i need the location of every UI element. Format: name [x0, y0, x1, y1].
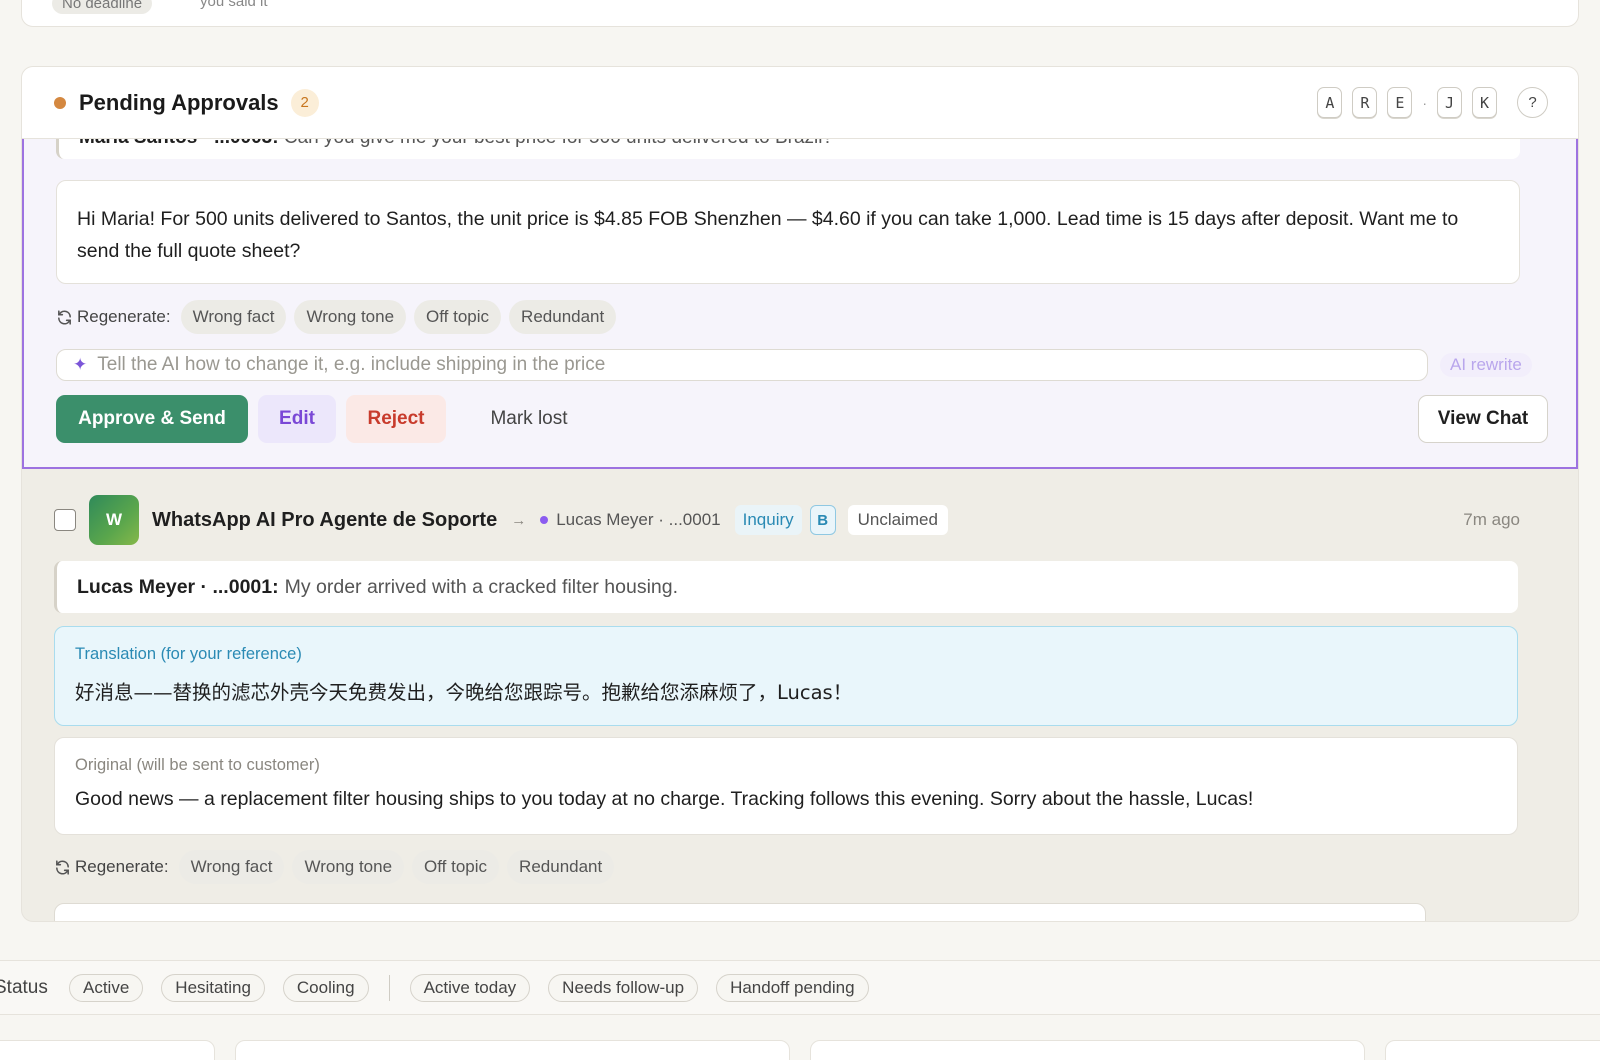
shortcut-approve[interactable]: A — [1317, 87, 1343, 118]
view-chat-button[interactable]: View Chat — [1418, 395, 1548, 443]
regen-off-topic[interactable]: Off topic — [412, 850, 500, 884]
original-label: Original (will be sent to customer) — [75, 756, 320, 774]
customer-message: Lucas Meyer · ...0001: My order arrived … — [54, 561, 1518, 613]
pending-count-badge: 2 — [290, 88, 319, 117]
agent-avatar: W — [89, 495, 139, 545]
regen-off-topic[interactable]: Off topic — [414, 300, 502, 334]
sparkle-icon: ✦ — [73, 355, 88, 374]
select-checkbox[interactable] — [54, 509, 76, 531]
filter-cooling[interactable]: Cooling — [282, 973, 369, 1002]
regen-redundant[interactable]: Redundant — [509, 300, 617, 334]
regen-wrong-tone[interactable]: Wrong tone — [294, 300, 407, 334]
action-row: Approve & Send Edit Reject Mark lost — [56, 395, 602, 443]
regen-wrong-fact[interactable]: Wrong fact — [180, 300, 287, 334]
ai-instruction-input[interactable] — [97, 354, 1398, 376]
customer-card[interactable] — [0, 1040, 215, 1060]
status-dot-icon — [54, 96, 66, 109]
status-label: Status — [0, 976, 48, 998]
translation-text: 好消息——替换的滤芯外壳今天免费发出，今晚给您跟踪号。抱歉给您添麻烦了，Luca… — [75, 681, 853, 704]
unclaimed-tag[interactable]: Unclaimed — [847, 505, 948, 535]
approve-send-button[interactable]: Approve & Send — [56, 395, 248, 443]
regen-redundant[interactable]: Redundant — [507, 850, 615, 884]
inquiry-tag: Inquiry — [734, 505, 802, 535]
customer-card[interactable] — [1385, 1040, 1600, 1060]
filter-needs-follow-up[interactable]: Needs follow-up — [548, 973, 699, 1002]
filter-active-today[interactable]: Active today — [409, 973, 531, 1002]
help-button[interactable]: ? — [1517, 87, 1548, 118]
edit-button[interactable]: Edit — [258, 395, 336, 443]
original-text: Good news — a replacement filter housing… — [75, 788, 1254, 810]
refresh-icon — [58, 309, 71, 325]
shortcut-next[interactable]: J — [1437, 87, 1462, 118]
regenerate-label: Regenerate: — [54, 857, 169, 877]
translation-box: Translation (for your reference) 好消息——替换… — [54, 626, 1518, 726]
shortcut-separator: · — [1422, 94, 1427, 111]
agent-name: WhatsApp AI Pro Agente de Soporte — [152, 508, 498, 531]
draft-reply[interactable]: Hi Maria! For 500 units delivered to San… — [56, 180, 1520, 284]
translation-label: Translation (for your reference) — [75, 645, 302, 663]
regen-wrong-tone[interactable]: Wrong tone — [292, 850, 405, 884]
filter-handoff-pending[interactable]: Handoff pending — [716, 973, 869, 1002]
panel-title: Pending Approvals — [79, 89, 279, 115]
filter-active[interactable]: Active — [69, 973, 144, 1002]
filter-hesitating[interactable]: Hesitating — [161, 973, 265, 1002]
regenerate-row: Regenerate: Wrong fact Wrong tone Off to… — [56, 300, 617, 334]
shortcut-reject[interactable]: R — [1352, 87, 1378, 118]
deadline-chip: No deadline — [52, 0, 153, 14]
previous-card: No deadline you said it — [21, 0, 1579, 27]
approval-item-selected: Maria Santos · ...0003: Can you give me … — [22, 113, 1578, 469]
divider — [388, 974, 390, 1001]
pending-approvals-panel: Pending Approvals 2 A R E · J K ? Maria … — [21, 66, 1579, 922]
regen-wrong-fact[interactable]: Wrong fact — [178, 850, 285, 884]
arrow-right-icon: → — [511, 511, 527, 529]
customer-name: Lucas Meyer · ...0001 — [556, 510, 721, 529]
mark-lost-button[interactable]: Mark lost — [456, 395, 602, 443]
refresh-icon — [56, 859, 69, 875]
message-sender: Lucas Meyer · ...0001: — [77, 575, 279, 598]
original-reply-box[interactable]: Original (will be sent to customer) Good… — [54, 737, 1518, 835]
regenerate-row: Regenerate: Wrong fact Wrong tone Off to… — [54, 850, 615, 884]
deadline-subtext: you said it — [200, 0, 268, 10]
status-chips: Active Hesitating Cooling Active today N… — [69, 973, 869, 1002]
ai-rewrite-button[interactable]: AI rewrite — [1440, 353, 1532, 377]
ai-instruction-field[interactable] — [54, 903, 1426, 921]
panel-header: Pending Approvals 2 A R E · J K ? — [22, 67, 1578, 139]
message-text: My order arrived with a cracked filter h… — [284, 575, 679, 598]
reject-button[interactable]: Reject — [346, 395, 446, 443]
customer-status-dot-icon — [540, 516, 549, 524]
regenerate-label: Regenerate: — [56, 307, 171, 327]
approval-item: W WhatsApp AI Pro Agente de Soporte → Lu… — [22, 469, 1578, 921]
customer-card[interactable] — [235, 1040, 790, 1060]
item-header: W WhatsApp AI Pro Agente de Soporte → Lu… — [54, 495, 1520, 545]
ai-instruction-field[interactable]: ✦ — [56, 349, 1428, 381]
tier-badge: B — [809, 505, 836, 535]
status-filter-bar: Status Active Hesitating Cooling Active … — [0, 960, 1600, 1015]
shortcut-edit[interactable]: E — [1387, 87, 1413, 118]
timestamp: 7m ago — [1463, 510, 1520, 529]
customer-card[interactable] — [810, 1040, 1365, 1060]
shortcut-previous[interactable]: K — [1472, 87, 1497, 118]
keyboard-shortcuts: A R E · J K ? — [1317, 87, 1548, 118]
